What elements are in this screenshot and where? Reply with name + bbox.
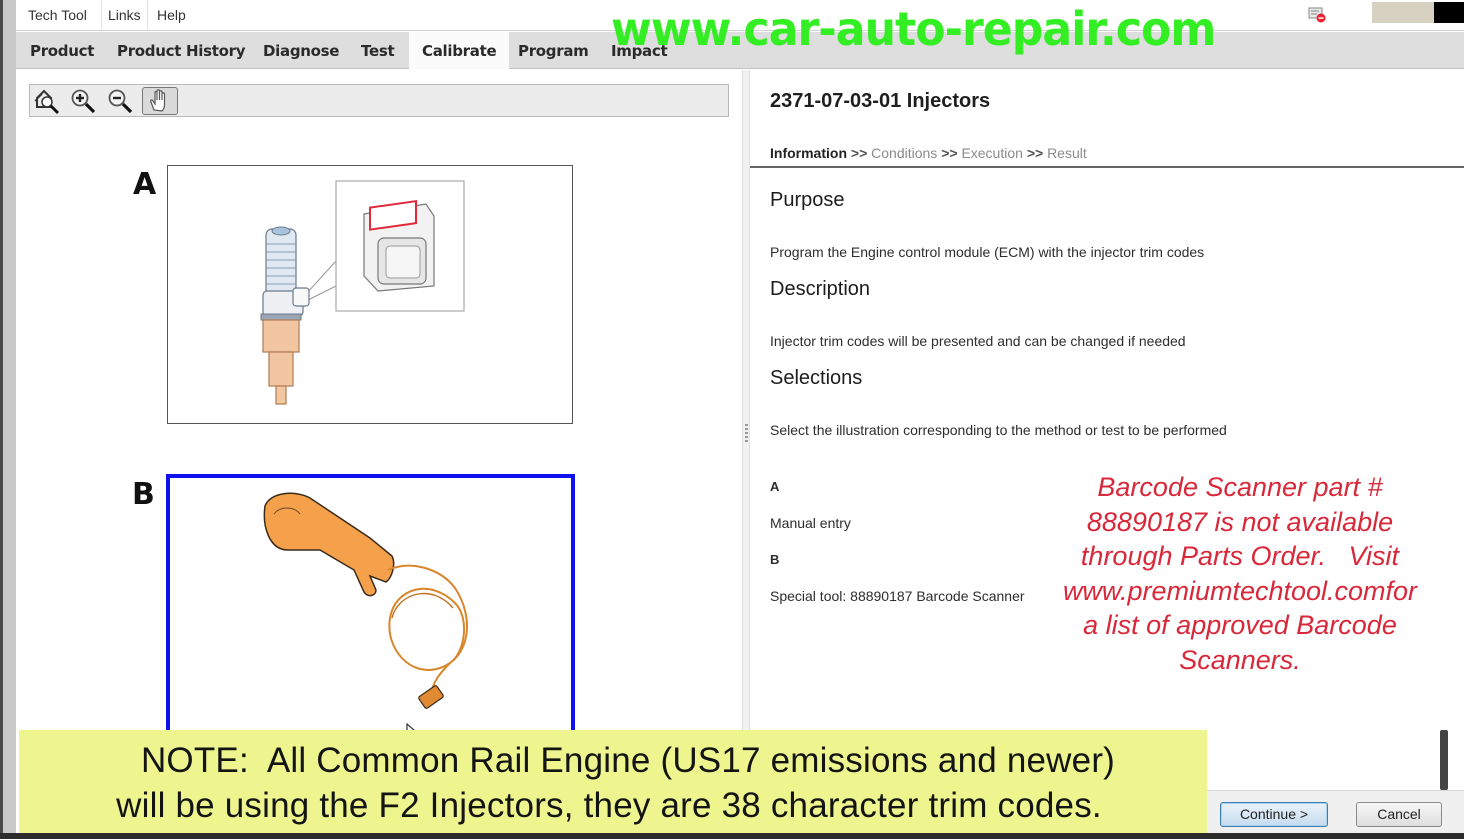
procedure-pane: 2371-07-03-01 Injectors Information >> C… <box>750 70 1464 833</box>
tab-diagnose[interactable]: Diagnose <box>250 32 352 69</box>
purpose-heading: Purpose <box>770 189 845 211</box>
barcode-scanner-illustration <box>263 492 468 709</box>
app-screen: Tech Tool Links Help Product Product His… <box>0 0 1464 839</box>
selection-b-label: B <box>770 552 780 567</box>
purpose-text: Program the Engine control module (ECM) … <box>770 244 1205 260</box>
selection-a-label: A <box>770 479 780 494</box>
steps-divider <box>750 166 1464 168</box>
illustration-pane: A B <box>16 70 742 833</box>
annotation-line: a list of approved Barcode <box>1083 610 1397 640</box>
window-frame-bottom <box>0 833 1464 839</box>
illustration-b-label: B <box>132 477 155 512</box>
selections-text: Select the illustration corresponding to… <box>770 422 1227 438</box>
step-separator: >> <box>941 145 958 161</box>
illustration-a-label: A <box>133 167 157 202</box>
pane-splitter[interactable] <box>742 70 750 833</box>
zoom-in-icon[interactable] <box>68 87 98 115</box>
annotation-line: through Parts Order. Visit <box>1080 541 1400 571</box>
splitter-grip-icon[interactable] <box>745 424 748 442</box>
note-line-1: NOTE: All Common Rail Engine (US17 emiss… <box>140 741 1116 780</box>
note-line-2: will be using the F2 Injectors, they are… <box>116 786 1102 825</box>
tab-product-history[interactable]: Product History <box>104 32 258 69</box>
tab-calibrate[interactable]: Calibrate <box>409 32 510 69</box>
window-frame-left <box>0 0 16 839</box>
menu-links[interactable]: Links <box>101 0 148 30</box>
wizard-steps: Information >> Conditions >> Execution >… <box>770 145 1087 161</box>
step-information: Information <box>770 145 847 161</box>
injector-illustration <box>260 180 465 405</box>
fit-to-window-icon[interactable] <box>32 87 62 115</box>
step-result: Result <box>1047 145 1087 161</box>
procedure-title: 2371-07-03-01 Injectors <box>770 90 991 112</box>
description-text: Injector trim codes will be presented an… <box>770 333 1186 349</box>
pan-hand-icon[interactable] <box>142 87 178 115</box>
tech-tool-window: Tech Tool Links Help Product Product His… <box>16 0 1464 833</box>
step-conditions: Conditions <box>871 145 938 161</box>
description-heading: Description <box>770 278 871 300</box>
menu-help[interactable]: Help <box>151 0 192 30</box>
zoom-out-icon[interactable] <box>105 87 135 115</box>
illustration-a-injector[interactable] <box>167 165 573 424</box>
tab-program[interactable]: Program <box>505 32 601 69</box>
step-separator: >> <box>1026 145 1044 161</box>
annotation-line: www.premiumtechtool.comfor <box>1062 575 1418 606</box>
cancel-button[interactable]: Cancel <box>1356 802 1442 827</box>
window-control-dark <box>1434 2 1464 23</box>
step-execution: Execution <box>961 145 1023 161</box>
barcode-scanner-annotation: Barcode Scanner part # 88890187 is not a… <box>1050 470 1430 677</box>
selection-b-text: Special tool: 88890187 Barcode Scanner <box>770 588 1025 604</box>
notification-icon[interactable] <box>1308 6 1328 24</box>
tab-product[interactable]: Product <box>17 32 107 69</box>
annotation-line: 88890187 is not available <box>1086 506 1394 537</box>
annotation-line: Scanners. <box>1179 644 1301 675</box>
viewer-toolbar <box>29 84 729 117</box>
selections-heading: Selections <box>770 367 863 389</box>
continue-button[interactable]: Continue > <box>1220 802 1328 827</box>
illustration-b-barcode-scanner[interactable] <box>166 474 575 744</box>
menu-tech-tool[interactable]: Tech Tool <box>22 0 93 30</box>
watermark-text: www.car-auto-repair.com <box>611 2 1216 56</box>
note-banner: NOTE: All Common Rail Engine (US17 emiss… <box>19 730 1207 833</box>
tab-test[interactable]: Test <box>348 32 407 69</box>
scrollbar-thumb[interactable] <box>1440 730 1448 790</box>
annotation-line: Barcode Scanner part # <box>1097 472 1383 502</box>
step-separator: >> <box>850 145 868 161</box>
selection-a-text: Manual entry <box>770 515 851 531</box>
window-control-area <box>1372 2 1434 23</box>
